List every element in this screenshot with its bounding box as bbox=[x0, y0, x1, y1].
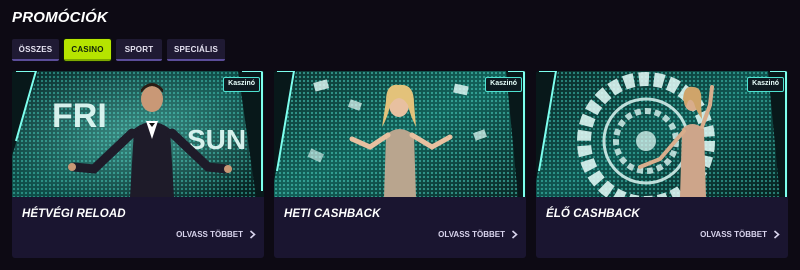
tab-special[interactable]: SPECIÁLIS bbox=[167, 39, 225, 61]
promotion-image-weekly-cashback: Kaszinó bbox=[274, 71, 526, 197]
chevron-right-icon bbox=[773, 230, 780, 239]
tab-all[interactable]: ÖSSZES bbox=[12, 39, 59, 61]
promotion-card-live-cashback[interactable]: Kaszinó ÉLŐ CASHBACK OLVASS TÖBBET bbox=[536, 71, 788, 258]
promotion-image-live-cashback: Kaszinó bbox=[536, 71, 788, 197]
filter-tabs: ÖSSZES CASINO SPORT SPECIÁLIS bbox=[12, 38, 225, 62]
chevron-right-icon bbox=[249, 230, 256, 239]
promotion-title: ÉLŐ CASHBACK bbox=[546, 208, 640, 220]
read-more-label: OLVASS TÖBBET bbox=[700, 230, 767, 239]
tab-sport[interactable]: SPORT bbox=[116, 39, 162, 61]
promotion-card-weekend-reload[interactable]: FRI SUN Kaszinó HÉTVÉGI RELOAD OLVASS TÖ… bbox=[12, 71, 264, 258]
image-word-fri: FRI bbox=[52, 97, 107, 135]
promotion-cards: FRI SUN Kaszinó HÉTVÉGI RELOAD OLVASS TÖ… bbox=[12, 71, 788, 258]
promotion-card-weekly-cashback[interactable]: Kaszinó HETI CASHBACK OLVASS TÖBBET bbox=[274, 71, 526, 258]
promotion-title: HETI CASHBACK bbox=[284, 208, 381, 220]
read-more-label: OLVASS TÖBBET bbox=[176, 230, 243, 239]
page-title: PROMÓCIÓK bbox=[12, 9, 108, 26]
read-more-link[interactable]: OLVASS TÖBBET bbox=[438, 230, 518, 239]
read-more-link[interactable]: OLVASS TÖBBET bbox=[176, 230, 256, 239]
category-badge: Kaszinó bbox=[747, 77, 784, 92]
category-badge: Kaszinó bbox=[485, 77, 522, 92]
read-more-label: OLVASS TÖBBET bbox=[438, 230, 505, 239]
read-more-link[interactable]: OLVASS TÖBBET bbox=[700, 230, 780, 239]
promotion-title: HÉTVÉGI RELOAD bbox=[22, 208, 126, 220]
promotions-page: PROMÓCIÓK ÖSSZES CASINO SPORT SPECIÁLIS bbox=[0, 0, 800, 270]
tab-casino[interactable]: CASINO bbox=[63, 38, 112, 62]
chevron-right-icon bbox=[511, 230, 518, 239]
promotion-image-weekend-reload: FRI SUN Kaszinó bbox=[12, 71, 264, 197]
category-badge: Kaszinó bbox=[223, 77, 260, 92]
